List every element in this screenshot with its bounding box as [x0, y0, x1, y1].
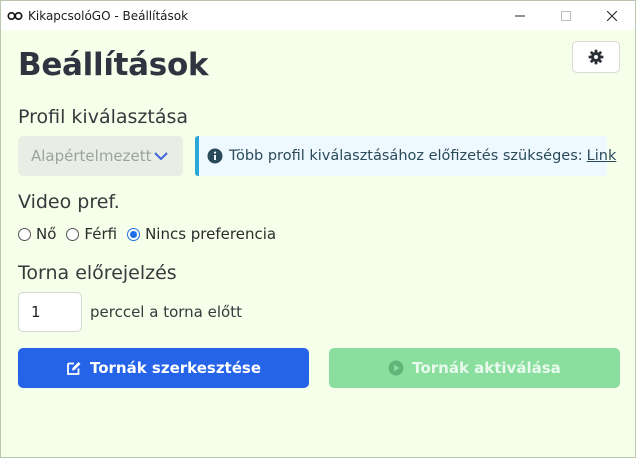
- video-pref-label: Video pref.: [18, 191, 120, 213]
- close-button[interactable]: [589, 1, 635, 30]
- page-title: Beállítások: [18, 47, 209, 83]
- edit-workouts-button[interactable]: Tornák szerkesztése: [18, 348, 309, 388]
- profile-select[interactable]: Alapértelmezett: [18, 136, 183, 176]
- app-window: KikapcsolóGO - Beállítások Beállítások P…: [0, 0, 636, 458]
- window-title: KikapcsolóGO - Beállítások: [28, 8, 189, 23]
- maximize-icon: [561, 10, 571, 21]
- radio-label: Nő: [36, 225, 57, 243]
- subscription-info-text: Több profil kiválasztásához előfizetés s…: [229, 148, 583, 164]
- title-bar[interactable]: KikapcsolóGO - Beállítások: [1, 1, 635, 30]
- subscription-link[interactable]: Link: [587, 148, 617, 164]
- window-controls: [497, 1, 635, 30]
- maximize-button[interactable]: [543, 1, 589, 30]
- close-icon: [607, 10, 617, 21]
- main-content: Beállítások Profil kiválasztása Alapérte…: [1, 30, 635, 457]
- radio-button-selected[interactable]: [127, 227, 141, 241]
- edit-icon: [67, 362, 81, 375]
- reminder-label: Torna előrejelzés: [18, 262, 177, 284]
- chevron-down-icon: [154, 152, 168, 161]
- activate-workouts-button[interactable]: Tornák aktiválása: [329, 348, 620, 388]
- activate-workouts-label: Tornák aktiválása: [412, 359, 561, 377]
- radio-option-ferfi[interactable]: Férfi: [66, 225, 117, 243]
- play-circle-icon: [388, 360, 404, 376]
- radio-option-no[interactable]: Nő: [18, 225, 56, 243]
- minimize-button[interactable]: [497, 1, 543, 30]
- radio-button[interactable]: [66, 227, 80, 241]
- app-logo-icon: [7, 11, 23, 20]
- profile-select-value: Alapértelmezett: [31, 147, 152, 165]
- profile-label: Profil kiválasztása: [18, 106, 189, 128]
- edit-workouts-label: Tornák szerkesztése: [89, 359, 262, 377]
- gear-icon: [588, 49, 604, 65]
- minimize-icon: [515, 15, 525, 16]
- video-pref-radio-group: Nő Férfi Nincs preferencia: [18, 225, 286, 243]
- settings-button[interactable]: [572, 41, 620, 73]
- subscription-info-box: Több profil kiválasztásához előfizetés s…: [195, 136, 616, 176]
- reminder-minutes-input[interactable]: [18, 292, 82, 332]
- reminder-suffix: perccel a torna előtt: [90, 303, 242, 321]
- radio-label: Nincs preferencia: [145, 225, 277, 243]
- radio-option-nincs-preferencia[interactable]: Nincs preferencia: [127, 225, 276, 243]
- info-icon: [207, 148, 223, 164]
- radio-label: Férfi: [84, 225, 118, 243]
- radio-button[interactable]: [18, 227, 31, 241]
